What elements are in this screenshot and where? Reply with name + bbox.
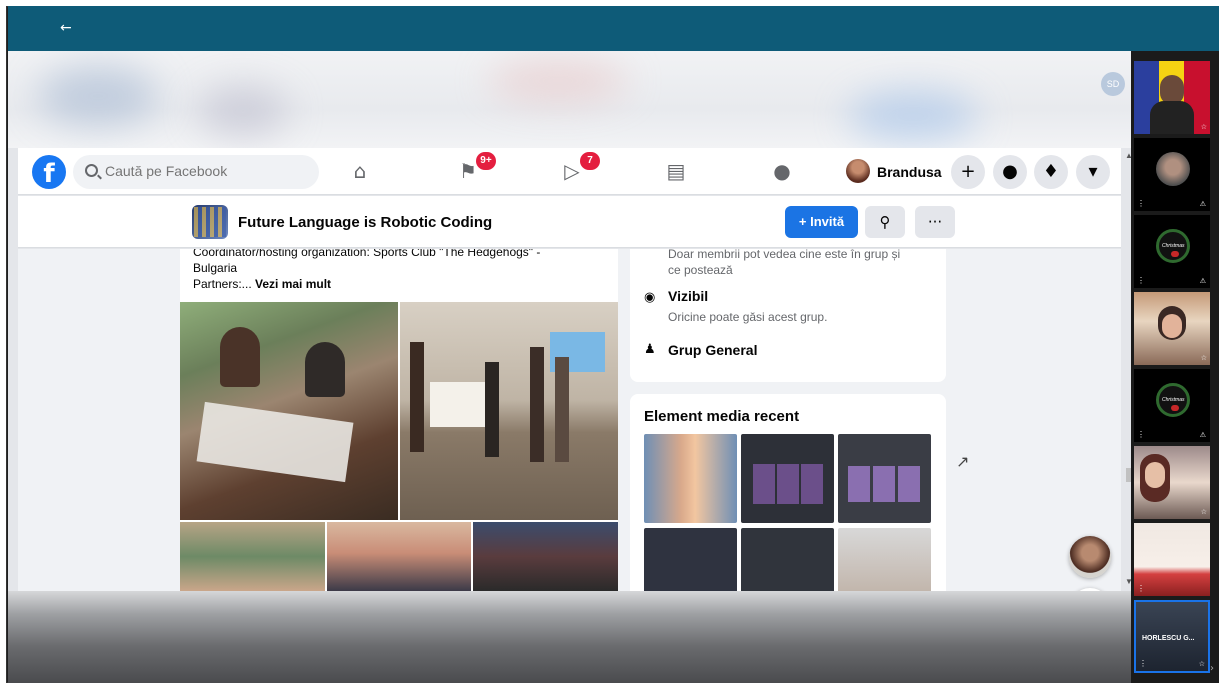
post-photo[interactable]	[180, 302, 398, 520]
facebook-search[interactable]	[73, 155, 319, 189]
participant-tile[interactable]: ☆	[1134, 61, 1210, 134]
media-thumbnail[interactable]	[644, 434, 737, 523]
more-options-icon[interactable]: ⋮	[1137, 430, 1145, 439]
participant-tile[interactable]: Christmas ⋮ ⚠	[1134, 215, 1210, 288]
participant-tile[interactable]: Christmas ⋮ ⚠	[1134, 369, 1210, 442]
participant-tile[interactable]: ☆	[1134, 292, 1210, 365]
mic-muted-icon: ⚠	[1199, 431, 1206, 439]
mic-muted-icon: ⚠	[1199, 200, 1206, 208]
group-header: Future Language is Robotic Coding + Invi…	[18, 196, 1121, 248]
media-thumbnail[interactable]	[838, 434, 931, 523]
marketplace-icon[interactable]: ▤	[660, 156, 692, 186]
about-group-card: Doar membrii pot vedea cine este în grup…	[630, 249, 946, 382]
group-thumbnail[interactable]	[192, 205, 228, 239]
people-icon: ♟	[644, 342, 656, 357]
facebook-logo-icon[interactable]: f	[32, 155, 66, 189]
media-thumbnail[interactable]	[838, 528, 931, 591]
more-options-icon[interactable]: ⋮	[1139, 659, 1147, 668]
search-icon: ⚲	[879, 213, 891, 231]
facebook-navbar: f ⌂ ⚑ 9+ ▷ 7 ▤ ● Brandusa + ● ♦ ▾	[18, 148, 1121, 195]
eye-icon: ◉	[644, 290, 656, 305]
participant-name: HORLESCU G...	[1142, 635, 1195, 642]
bell-icon[interactable]: ♦	[1034, 155, 1068, 189]
meeting-topbar: ←	[8, 6, 1219, 51]
more-options-icon[interactable]: ⋮	[1137, 199, 1145, 208]
post-photo[interactable]	[473, 522, 618, 591]
post-photo[interactable]	[400, 302, 618, 520]
watch-notification-badge: 7	[580, 152, 600, 170]
more-options-icon[interactable]: ⋮	[1137, 276, 1145, 285]
plus-icon: +	[798, 214, 807, 229]
flag-icon[interactable]: ⚑ 9+	[452, 152, 496, 186]
post-text-line: Coordinator/hosting organization: Sports…	[193, 249, 541, 259]
recent-media-card: Element media recent	[630, 394, 946, 591]
group-post: Coordinator/hosting organization: Sports…	[180, 249, 618, 591]
shared-screen: SD f ⌂ ⚑ 9+ ▷ 7 ▤ ● Brandusa + ● ♦ ▾ Fut…	[8, 51, 1131, 683]
christmas-avatar: Christmas	[1156, 383, 1190, 417]
home-icon[interactable]: ⌂	[344, 156, 376, 186]
more-options-icon[interactable]: ⋮	[1137, 584, 1145, 593]
visible-description: Oricine poate găsi acest grup.	[668, 310, 828, 324]
post-text-line: Bulgaria	[193, 261, 238, 275]
post-partners-line: Partners:... Vezi mai mult	[193, 277, 331, 291]
caret-down-icon[interactable]: ▾	[1076, 155, 1110, 189]
messenger-icon[interactable]: ●	[993, 155, 1027, 189]
chevron-right-icon[interactable]: ›	[1210, 663, 1214, 674]
private-description: Doar membrii pot vedea cine este în grup…	[668, 249, 901, 261]
participant-strip: ☆ ⋮ ⚠ Christmas ⋮ ⚠ ☆ Christmas ⋮ ⚠ ☆ ⋮ …	[1131, 51, 1219, 683]
media-thumbnail[interactable]	[741, 528, 834, 591]
recent-media-title: Element media recent	[644, 408, 800, 425]
participant-tile-screen-share[interactable]: HORLESCU G... ⋮ ☆	[1134, 600, 1210, 673]
groups-icon[interactable]: ●	[766, 156, 798, 186]
media-thumbnail[interactable]	[644, 528, 737, 591]
christmas-avatar: Christmas	[1156, 229, 1190, 263]
invite-button[interactable]: + Invită	[785, 206, 858, 238]
plus-icon[interactable]: +	[951, 155, 985, 189]
profile-name: Brandusa	[877, 164, 942, 180]
star-icon: ☆	[1200, 123, 1207, 131]
star-icon: ☆	[1200, 508, 1207, 516]
group-title[interactable]: Future Language is Robotic Coding	[238, 214, 492, 231]
search-input[interactable]	[105, 163, 305, 179]
more-options-button[interactable]: ···	[915, 206, 955, 238]
arrow-left-icon[interactable]: ←	[60, 20, 72, 36]
media-thumbnail[interactable]	[741, 434, 834, 523]
avatar	[846, 159, 870, 183]
participant-tile[interactable]: ☆	[1134, 446, 1210, 519]
blurred-area-top: SD	[8, 51, 1131, 148]
partners-label: Partners:...	[193, 277, 252, 291]
participant-tile[interactable]: ⋮ ⚠	[1134, 138, 1210, 211]
search-icon	[85, 164, 98, 177]
star-icon: ☆	[1198, 660, 1205, 668]
post-photo[interactable]	[180, 522, 325, 591]
video-icon[interactable]: ▷ 7	[556, 152, 600, 186]
group-search-button[interactable]: ⚲	[865, 206, 905, 238]
user-initials-badge: SD	[1101, 72, 1125, 96]
star-icon: ☆	[1200, 354, 1207, 362]
private-description: ce postează	[668, 263, 733, 277]
see-more-link[interactable]: Vezi mai mult	[255, 277, 331, 291]
post-photo[interactable]	[327, 522, 471, 591]
mic-muted-icon: ⚠	[1199, 277, 1206, 285]
mouse-cursor-icon: ↗	[956, 452, 970, 471]
visible-title: Vizibil	[668, 288, 709, 304]
chat-head-avatar[interactable]	[1069, 536, 1111, 578]
blurred-area-bottom	[8, 591, 1131, 683]
participant-tile[interactable]: ⋮	[1134, 523, 1210, 596]
group-feed: Coordinator/hosting organization: Sports…	[18, 249, 1121, 591]
pages-notification-badge: 9+	[476, 152, 496, 170]
general-group-title: Grup General	[668, 342, 758, 358]
invite-label: Invită	[810, 214, 845, 229]
